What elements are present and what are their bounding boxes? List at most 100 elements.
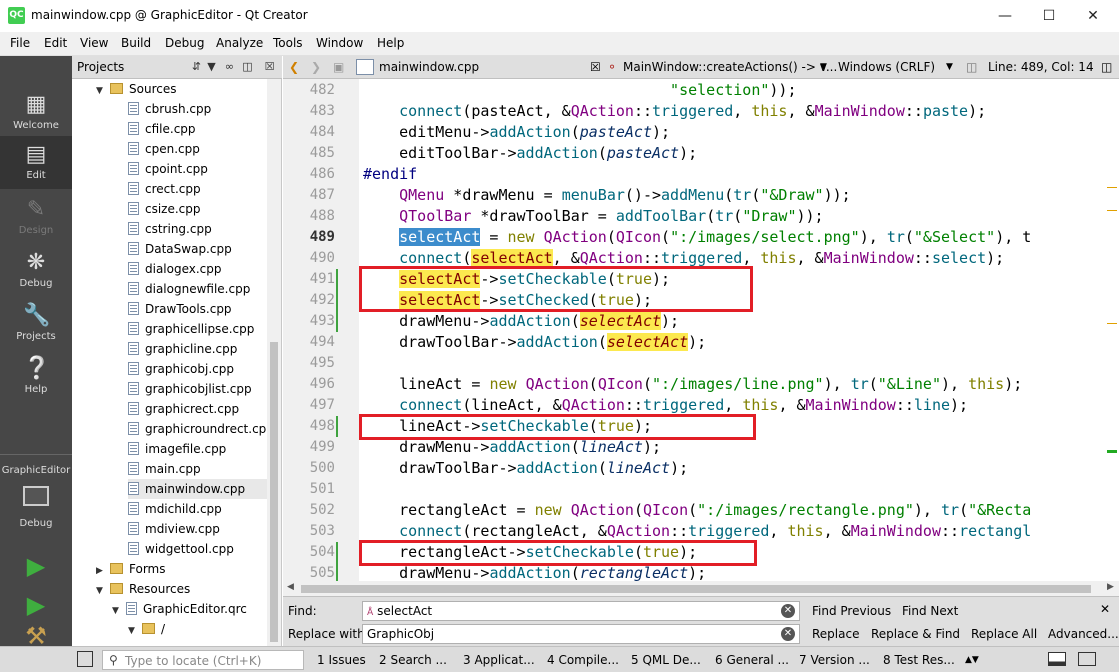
tree-file[interactable]: cstring.cpp (128, 219, 267, 239)
tree-file[interactable]: DrawTools.cpp (128, 299, 267, 319)
tree-file[interactable]: imagefile.cpp (128, 439, 267, 459)
menu-analyze[interactable]: Analyze (216, 36, 263, 50)
tree-file[interactable]: main.cpp (128, 459, 267, 479)
output-tab-issues[interactable]: 1 Issues (317, 653, 366, 667)
tree-file[interactable]: graphicobj.cpp (128, 359, 267, 379)
scroll-right-icon[interactable]: ▶ (1107, 582, 1114, 592)
chevron-down-icon[interactable]: ▼ (96, 81, 110, 101)
editor-horizontal-scrollbar[interactable]: ◀ ▶ (283, 581, 1119, 596)
tab-arrows-icon[interactable]: ▲▼ (965, 655, 979, 665)
mode-welcome[interactable]: ▦ Welcome (0, 86, 72, 139)
toggle-right-sidebar-icon[interactable] (1078, 652, 1096, 666)
chevron-down-icon[interactable]: ▼ (96, 581, 110, 601)
status-bar: ⚲ Type to locate (Ctrl+K) 1 Issues 2 Sea… (0, 646, 1119, 672)
replace-all-button[interactable]: Replace All (971, 627, 1037, 641)
tree-file[interactable]: graphicline.cpp (128, 339, 267, 359)
tree-file[interactable]: mdichild.cpp (128, 499, 267, 519)
tree-folder[interactable]: ▼ / (128, 619, 267, 639)
output-tab-version-control[interactable]: 7 Version ... (799, 653, 870, 667)
close-file-icon[interactable]: ☒ (590, 60, 601, 74)
tree-folder[interactable]: ▼ Resources (96, 579, 267, 599)
tree-file[interactable]: crect.cpp (128, 179, 267, 199)
split-icon[interactable]: ◫ (966, 60, 977, 74)
editor-toolbar: ❮ ❯ ▣ mainwindow.cpp ☒ ⚬ MainWindow::cre… (283, 56, 1119, 79)
back-icon[interactable]: ❮ (289, 60, 299, 74)
tree-file[interactable]: graphicellipse.cpp (128, 319, 267, 339)
close-panel-icon[interactable]: ☒ (262, 59, 277, 75)
locator-input[interactable]: ⚲ Type to locate (Ctrl+K) (102, 650, 304, 670)
tree-folder[interactable]: ▶ Forms (96, 559, 267, 579)
menu-debug[interactable]: Debug (165, 36, 204, 50)
replace-input[interactable]: GraphicObj (362, 624, 800, 644)
tree-file[interactable]: cbrush.cpp (128, 99, 267, 119)
clear-find-icon[interactable]: ✕ (781, 604, 795, 618)
tree-file[interactable]: graphicrect.cpp (128, 399, 267, 419)
kit-selector[interactable]: Debug (0, 482, 72, 532)
tree-file[interactable]: csize.cpp (128, 199, 267, 219)
replace-find-button[interactable]: Replace & Find (871, 627, 960, 641)
symbol-selector[interactable]: MainWindow::createActions() -> v... (623, 60, 837, 74)
advanced-button[interactable]: Advanced... (1048, 627, 1119, 641)
tree-file[interactable]: mainwindow.cpp (128, 479, 267, 499)
menu-view[interactable]: View (80, 36, 108, 50)
chevron-down-icon[interactable]: ▼ (112, 601, 126, 621)
filter-icon[interactable]: ▼ (204, 59, 219, 75)
tree-file[interactable]: graphicroundrect.cpp (128, 419, 267, 439)
close-find-icon[interactable]: ✕ (1100, 602, 1110, 616)
run-button[interactable]: ▶ (22, 552, 50, 580)
mode-projects[interactable]: 🔧 Projects (0, 297, 72, 350)
tree-file[interactable]: dialognewfile.cpp (128, 279, 267, 299)
find-next-button[interactable]: Find Next (902, 604, 958, 618)
split-icon[interactable]: ◫ (240, 59, 255, 75)
toggle-sidebar-icon[interactable] (77, 651, 93, 667)
debug-run-button[interactable]: ▶ (22, 591, 50, 619)
output-tab-search[interactable]: 2 Search ... (379, 653, 447, 667)
tree-file[interactable]: cpoint.cpp (128, 159, 267, 179)
find-previous-button[interactable]: Find Previous (812, 604, 891, 618)
menu-window[interactable]: Window (316, 36, 363, 50)
menu-file[interactable]: File (10, 36, 30, 50)
tree-file[interactable]: cfile.cpp (128, 119, 267, 139)
tree-folder[interactable]: ▼ Sources (96, 79, 267, 99)
output-tab-application[interactable]: 3 Applicat... (463, 653, 535, 667)
menu-tools[interactable]: Tools (273, 36, 303, 50)
menu-help[interactable]: Help (377, 36, 404, 50)
output-tab-general[interactable]: 6 General ... (715, 653, 789, 667)
tree-file[interactable]: graphicobjlist.cpp (128, 379, 267, 399)
open-file-selector[interactable]: mainwindow.cpp (379, 60, 479, 74)
updown-icon[interactable]: ⇵ (189, 59, 204, 75)
tree-file[interactable]: dialogex.cpp (128, 259, 267, 279)
mode-design[interactable]: ✎ Design (0, 191, 72, 244)
output-tab-qml-debugger[interactable]: 5 QML De... (631, 653, 701, 667)
tree-file[interactable]: ▼ GraphicEditor.qrc (112, 599, 267, 619)
output-tab-compile[interactable]: 4 Compile... (547, 653, 619, 667)
maximize-button[interactable]: ☐ (1027, 4, 1071, 28)
chevron-down-icon[interactable]: ▼ (128, 621, 142, 641)
code-area[interactable]: "selection")); connect(pasteAct, &QActio… (359, 79, 1105, 581)
mode-help[interactable]: ❔ Help (0, 350, 72, 403)
tree-file[interactable]: cpen.cpp (128, 139, 267, 159)
clear-replace-icon[interactable]: ✕ (781, 627, 795, 641)
output-tab-test-results[interactable]: 8 Test Res... (883, 653, 955, 667)
minimize-button[interactable]: — (983, 4, 1027, 28)
projects-scrollbar[interactable] (267, 79, 281, 646)
editor-scrollbar[interactable] (1105, 79, 1119, 581)
menu-edit[interactable]: Edit (44, 36, 67, 50)
encoding-selector[interactable]: Windows (CRLF) (838, 60, 935, 74)
case-option-icon[interactable]: Å (367, 608, 373, 618)
tree-file[interactable]: mdiview.cpp (128, 519, 267, 539)
close-button[interactable]: ✕ (1071, 4, 1115, 28)
tree-file[interactable]: DataSwap.cpp (128, 239, 267, 259)
split-editor-icon[interactable]: ◫ (1101, 60, 1112, 74)
tree-file[interactable]: widgettool.cpp (128, 539, 267, 559)
output-pane-icon[interactable] (1048, 652, 1066, 666)
link-icon[interactable]: ∞ (222, 59, 237, 75)
replace-button[interactable]: Replace (812, 627, 859, 641)
mode-debug[interactable]: ❋ Debug (0, 244, 72, 297)
find-input[interactable]: ÅselectAct (362, 601, 800, 621)
menu-build[interactable]: Build (121, 36, 151, 50)
chevron-down-icon[interactable]: ▶ (96, 561, 110, 581)
mode-edit[interactable]: ▤ Edit (0, 136, 72, 189)
forward-icon[interactable]: ❯ (311, 60, 321, 74)
scroll-left-icon[interactable]: ◀ (287, 582, 294, 592)
